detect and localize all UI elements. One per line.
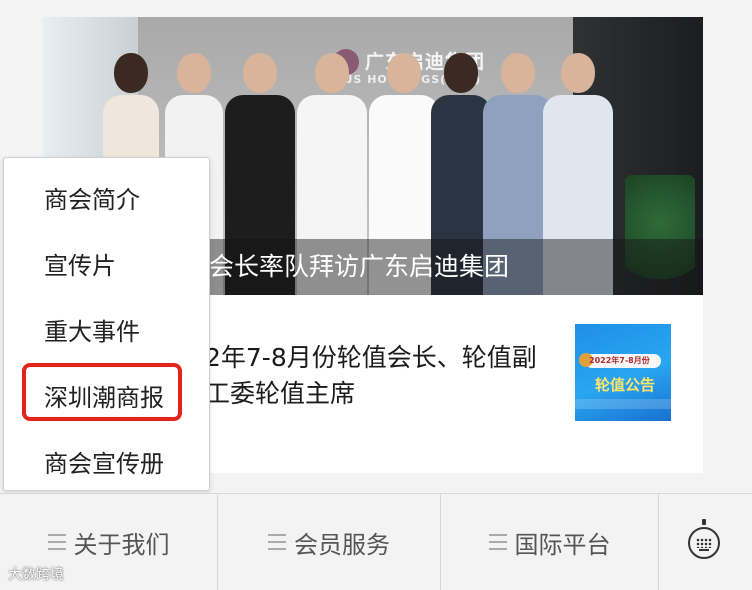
photo-caption[interactable]: 副会长率队拜访广东启迪集团 (184, 247, 509, 283)
article-title[interactable]: 2年7-8月份轮值会长、轮值副 工委轮值主席 (205, 340, 577, 412)
menu-item-brochure[interactable]: 商会宣传册 (44, 444, 164, 479)
menu-item-promo-video[interactable]: 宣传片 (44, 246, 116, 281)
menu-item-newspaper[interactable]: 深圳潮商报 (44, 378, 164, 413)
about-dropdown-menu: 商会简介 宣传片 重大事件 深圳潮商报 商会宣传册 (3, 157, 210, 491)
article-title-line: 2年7-8月份轮值会长、轮值副 (205, 343, 537, 372)
menu-item-introduction[interactable]: 商会简介 (44, 180, 140, 215)
menu-item-major-events[interactable]: 重大事件 (44, 312, 140, 347)
thumb-badge-text: 2022年7-8月份 (589, 356, 650, 365)
tab-label: 关于我们 (73, 530, 170, 559)
keyboard-keys (696, 538, 712, 548)
tab-label: 会员服务 (294, 530, 390, 559)
keyboard-icon[interactable] (688, 527, 720, 559)
keyboard-spacebar (699, 549, 709, 551)
thumb-title: 轮值公告 (595, 376, 656, 394)
menu-icon (268, 534, 286, 550)
nav-divider (658, 494, 659, 590)
thumb-stripe (575, 399, 671, 409)
tab-label: 国际平台 (514, 530, 611, 559)
article-title-line: 工委轮值主席 (205, 379, 356, 408)
bottom-nav: 关于我们 会员服务 国际平台 (0, 493, 752, 590)
article-thumbnail[interactable]: 2022年7-8月份 轮值公告 (575, 324, 671, 421)
tab-member-services[interactable]: 会员服务 (218, 494, 440, 590)
tab-international-platform[interactable]: 国际平台 (441, 494, 658, 590)
menu-icon (47, 534, 66, 550)
watermark: 大数跨境 (8, 567, 64, 583)
keyboard-indicator (702, 519, 706, 525)
menu-icon (488, 534, 507, 550)
